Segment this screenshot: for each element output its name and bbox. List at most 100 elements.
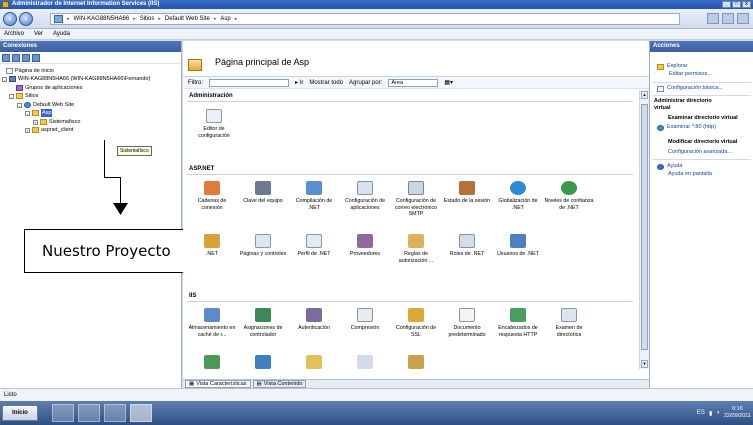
collapse-icon[interactable]: - [17,102,22,108]
feature-documento-predeterminado[interactable]: Documento predeterminado [442,308,492,338]
clock[interactable]: 0:16 22/09/2011 [724,406,751,420]
breadcrumb[interactable]: ▸ WIN-KAG88N5HA66 ▸ Sitios ▸ Default Web… [50,13,680,25]
tree-item-app-pools[interactable]: Grupos de aplicaciones [16,84,82,92]
refresh-icon[interactable] [707,13,719,24]
network-icon[interactable]: ▮ [709,410,712,417]
expand-icon[interactable]: + [33,119,38,125]
breadcrumb-server[interactable]: WIN-KAG88N5HA66 [74,16,130,22]
menu-archivo[interactable]: Archivo [4,29,24,39]
help-icon[interactable] [737,13,749,24]
taskbar-server-manager[interactable] [52,404,74,422]
tree-item-sites[interactable]: - Sitios [9,92,38,100]
scroll-down-icon[interactable]: ▼ [641,360,648,368]
tree-item-server[interactable]: - WIN-KAG88N5HA66 (WIN-KAG88N5HA66\Ferna… [2,75,150,83]
tab-vista-caracteristicas[interactable]: ▦ Vista Características [185,380,251,388]
feature-perfil-net[interactable]: Perfil de .NET [289,234,339,258]
feature-estado-sesion[interactable]: Estado de la sesión [442,181,492,205]
action-examinar-80[interactable]: Examinar *:80 (http) [657,124,716,131]
connect-server-icon[interactable] [32,54,40,62]
feature-asignaciones-controlador[interactable]: Asignaciones de controlador [238,308,288,338]
feature-examen-directorios[interactable]: Examen de directorios [544,308,594,338]
feature-niveles-confianza[interactable]: Niveles de confianza de .NET [544,181,594,211]
chevron-right-icon: ▸ [158,16,161,22]
feature-row4[interactable] [289,355,339,369]
collapse-icon[interactable]: - [25,110,30,116]
minimize-button[interactable]: _ [722,1,731,8]
tree-item-sistemaitsco[interactable]: + SistemaItsco [33,118,80,126]
go-button[interactable]: ▸ Ir [295,79,303,86]
status-text: Listo [4,392,17,398]
mime-types-icon [408,355,424,369]
action-configuracion-basica[interactable]: Configuración básica... [657,85,723,92]
machine-key-icon [255,181,271,195]
show-all-button[interactable]: Mostrar todo [309,80,343,86]
taskbar-explorer[interactable] [104,404,126,422]
menu-ver[interactable]: Ver [34,29,43,39]
language-indicator[interactable]: ES [697,410,705,416]
breadcrumb-site[interactable]: Default Web Site [165,16,210,22]
forward-button[interactable]: › [19,12,33,26]
feature-encabezados-http[interactable]: Encabezados de respuesta HTTP [493,308,543,338]
feature-cadenas-conexion[interactable]: Cadenas de conexión [187,181,237,211]
actions-divider [653,82,751,83]
close-button[interactable]: x [742,1,751,8]
collapse-icon[interactable]: - [2,76,7,82]
filter-input[interactable] [209,78,289,87]
annotation-arrow-line [104,177,121,178]
action-configuracion-avanzada[interactable]: Configuración avanzada... [668,149,732,156]
feature-row4[interactable] [238,355,288,369]
chevron-right-icon: ▸ [234,16,238,22]
action-editar-permisos[interactable]: Editar permisos... [669,71,712,78]
tree-item-default-web-site[interactable]: - Default Web Site [17,101,74,109]
feature-usuarios-net[interactable]: Usuarios de .NET [493,234,543,258]
tree-item-aspnet-client[interactable]: + aspnet_client [25,126,73,134]
feature-compresion[interactable]: Compresión [340,308,390,332]
features-scrollbar[interactable]: ▲ ▼ [639,90,649,369]
action-ayuda[interactable]: Ayuda [657,163,683,170]
tab-vista-contenido[interactable]: ▤ Vista Contenido [252,380,307,388]
feature-configuracion-aplicaciones[interactable]: Configuración de aplicaciones [340,181,390,211]
tree-item-home[interactable]: Página de inicio [6,67,54,75]
taskbar-powershell[interactable] [78,404,100,422]
feature-correo-smtp[interactable]: Configuración de correo electrónico SMTP [391,181,441,218]
back-button[interactable]: ‹ [3,12,17,26]
taskbar-iis-manager[interactable] [130,404,152,422]
feature-label: Editor de configuración [198,126,230,139]
logging-icon [357,355,373,369]
action-ayuda-pantalla[interactable]: Ayuda en pantalla [668,171,712,178]
folder-icon [32,127,39,133]
action-explorar[interactable]: Explorar [657,63,687,70]
feature-compilacion-net[interactable]: Compilación de .NET [289,181,339,211]
feature-row4[interactable] [340,355,390,369]
feature-proveedores[interactable]: Proveedores [340,234,390,258]
stop-icon[interactable] [722,13,734,24]
up-icon[interactable] [22,54,30,62]
feature-paginas-controles[interactable]: Páginas y controles [238,234,288,258]
feature-autenticacion[interactable]: Autenticación [289,308,339,332]
tree-item-asp[interactable]: - Asp [25,109,53,117]
scroll-thumb[interactable] [641,104,648,350]
feature-roles-net[interactable]: Roles de .NET [442,234,492,258]
feature-net-partial[interactable]: .NET [187,234,237,258]
save-icon[interactable] [12,54,20,62]
group-by-select[interactable]: Área [388,78,439,87]
feature-editor-configuracion[interactable]: Editor de configuración [189,109,239,139]
expand-icon[interactable]: + [25,127,30,133]
feature-clave-equipo[interactable]: Clave del equipo [238,181,288,205]
feature-row4[interactable] [391,355,441,369]
start-button[interactable]: Inicio [2,405,38,421]
scroll-up-icon[interactable]: ▲ [641,91,648,99]
breadcrumb-sites[interactable]: Sitios [140,16,155,22]
feature-globalizacion-net[interactable]: Globalización de .NET [493,181,543,211]
collapse-icon[interactable]: - [9,93,14,99]
view-mode-icon[interactable]: ▦▾ [444,79,453,86]
feature-reglas-autorizacion[interactable]: Reglas de autorización ... [391,234,441,264]
volume-icon[interactable]: ◖ [716,410,720,416]
breadcrumb-app[interactable]: Asp [220,16,230,22]
feature-row4[interactable] [187,355,237,369]
feature-configuracion-ssl[interactable]: Configuración de SSL [391,308,441,338]
feature-almacenamiento-cache[interactable]: Almacenamiento en caché de r... [187,308,237,338]
connect-icon[interactable] [2,54,10,62]
menu-ayuda[interactable]: Ayuda [53,29,70,39]
maximize-button[interactable]: □ [732,1,741,8]
